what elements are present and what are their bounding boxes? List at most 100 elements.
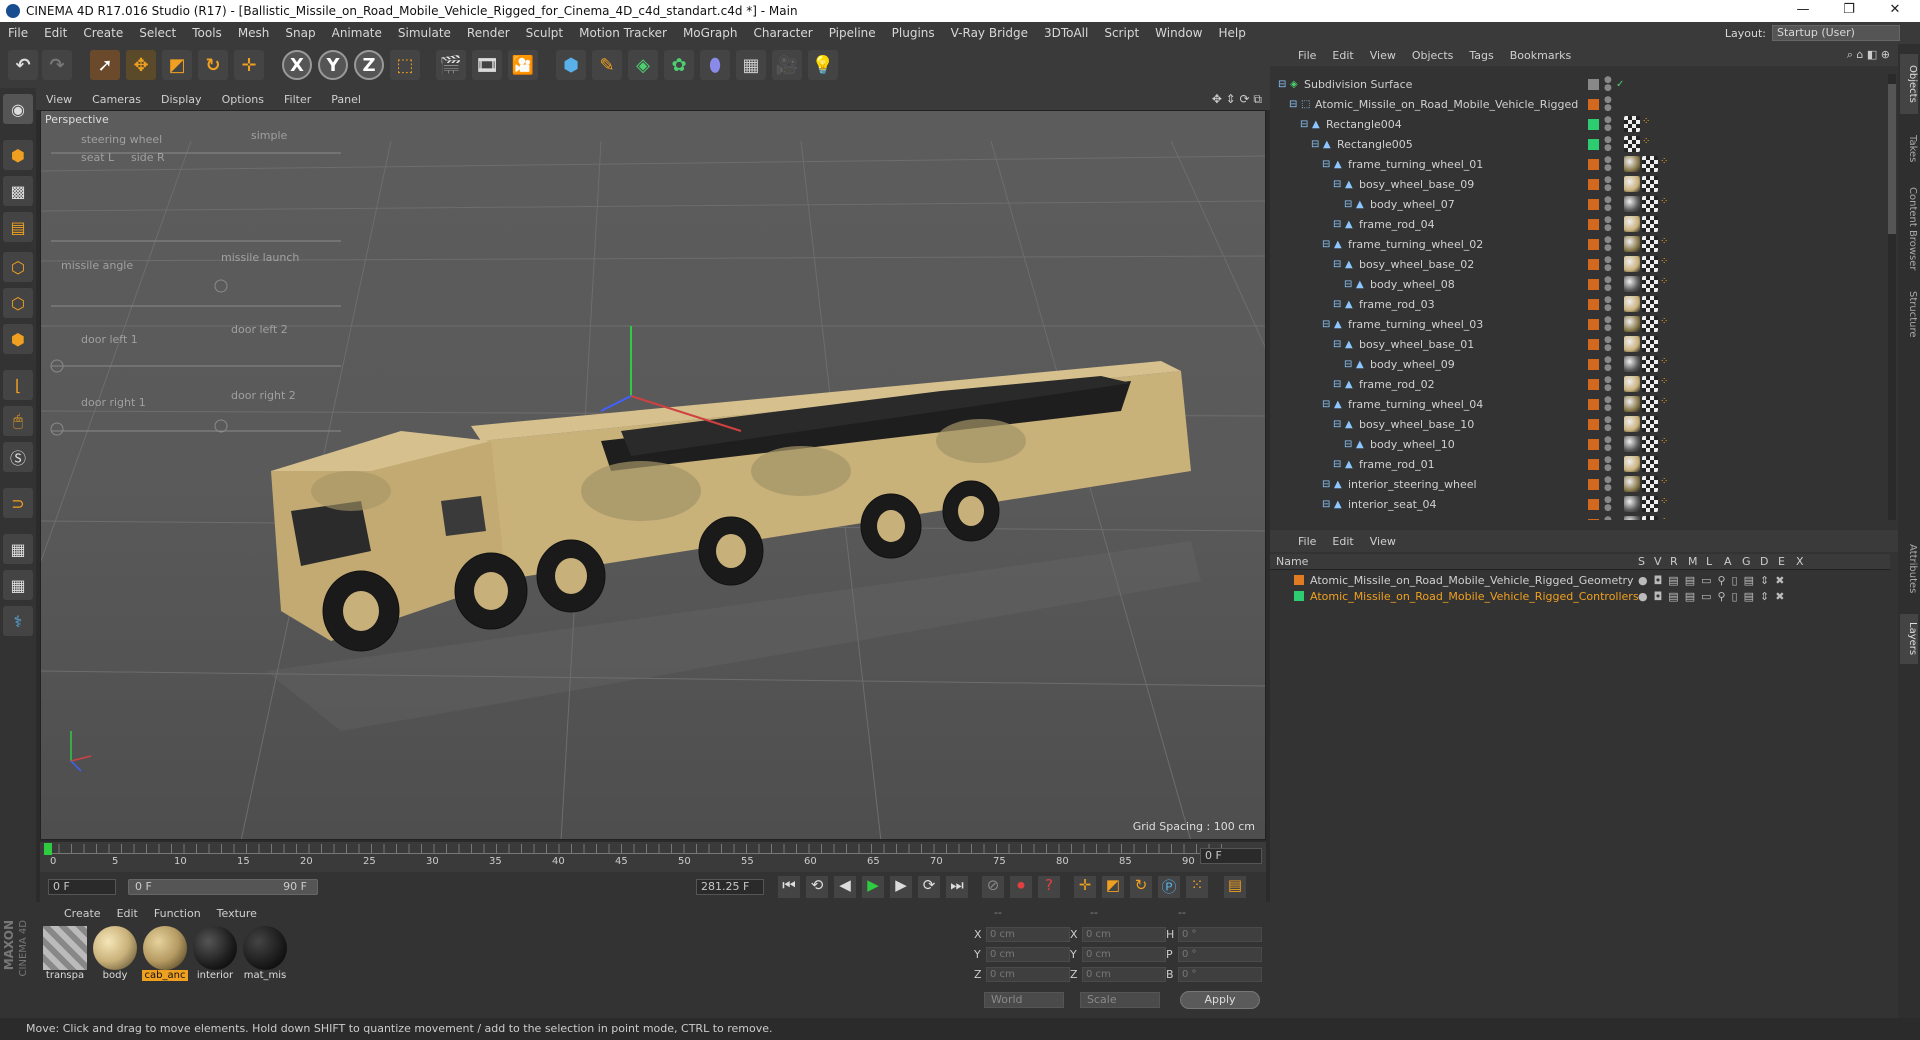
apply-button[interactable]: Apply (1180, 991, 1260, 1009)
visibility-dots-icon[interactable]: ●● (1604, 96, 1612, 113)
minimize-button[interactable]: — (1780, 0, 1826, 22)
pos-z-field[interactable]: Z 0 cm (974, 966, 1070, 982)
layer-color-swatch[interactable] (1294, 591, 1304, 601)
size-mode-dropdown[interactable]: Scale (1080, 992, 1160, 1008)
visibility-dots-icon[interactable]: ●● (1604, 496, 1612, 513)
go-to-previous-key-icon[interactable]: ⟲ (806, 876, 828, 898)
material-swatch[interactable]: body (92, 926, 138, 981)
visibility-dots-icon[interactable]: ●● (1604, 116, 1612, 133)
workplane-snap-icon[interactable]: ▦ (3, 570, 33, 600)
menu-animate[interactable]: Animate (324, 26, 390, 40)
layer-color-swatch[interactable] (1588, 158, 1599, 170)
menu-motion-tracker[interactable]: Motion Tracker (571, 26, 675, 40)
visibility-dots-icon[interactable]: ●● (1604, 256, 1612, 273)
menu-render[interactable]: Render (459, 26, 518, 40)
object-manager-nav-icons[interactable]: ⌕ ⌂ ◧ ⊕ (1847, 48, 1890, 62)
texture-tag-icon[interactable] (1642, 376, 1658, 392)
expand-toggle-icon[interactable]: ⊟ (1333, 299, 1341, 310)
material-tag-icon[interactable] (1624, 176, 1640, 192)
visibility-dots-icon[interactable]: ●● (1604, 76, 1612, 93)
coordinate-system-icon[interactable]: ⬚ (390, 50, 420, 80)
transform-tool-icon[interactable]: ✛ (234, 50, 264, 80)
layer-name[interactable]: Atomic_Missile_on_Road_Mobile_Vehicle_Ri… (1310, 590, 1639, 603)
timeline-ruler[interactable]: 0 5 10 15 20 25 30 35 40 45 50 55 60 65 … (40, 842, 1266, 872)
object-name[interactable]: Rectangle005 (1337, 138, 1413, 151)
menu-character[interactable]: Character (745, 26, 820, 40)
material-tag-icon[interactable] (1624, 376, 1640, 392)
material-tag-icon[interactable] (1624, 476, 1640, 492)
selection-tag-icon[interactable]: ⁘ (1642, 116, 1658, 132)
object-name[interactable]: body_side_right (1348, 518, 1435, 521)
redo-icon[interactable]: ↷ (42, 50, 72, 80)
texture-tag-icon[interactable] (1642, 176, 1658, 192)
texture-tag-icon[interactable] (1642, 256, 1658, 272)
material-tag-icon[interactable] (1624, 396, 1640, 412)
visibility-dots-icon[interactable]: ●● (1604, 176, 1612, 193)
position-key-icon[interactable]: ✛ (1074, 876, 1096, 898)
visibility-dots-icon[interactable]: ●● (1604, 456, 1612, 473)
expand-toggle-icon[interactable]: ⊟ (1344, 439, 1352, 450)
object-tree-row[interactable]: ⊟ ▲ body_wheel_07 ● ● ⁘ (1270, 194, 1890, 214)
current-frame-field[interactable]: 0 F (48, 879, 116, 895)
objects-menu-bookmarks[interactable]: Bookmarks (1502, 49, 1579, 62)
layer-color-swatch[interactable] (1588, 398, 1599, 410)
side-tab-layers[interactable]: Layers (1900, 614, 1918, 664)
texture-tag-icon[interactable] (1642, 516, 1658, 520)
point-level-key-icon[interactable]: ⁙ (1186, 876, 1208, 898)
material-menu-create[interactable]: Create (56, 907, 109, 920)
material-swatch[interactable]: cab_anc (142, 926, 188, 981)
expand-toggle-icon[interactable]: ⊟ (1322, 239, 1330, 250)
viewport-menu-panel[interactable]: Panel (321, 93, 371, 106)
object-name[interactable]: interior_steering_wheel (1348, 478, 1477, 491)
object-tree-row[interactable]: ⊟ ⬚ Atomic_Missile_on_Road_Mobile_Vehicle_… (1270, 94, 1890, 114)
snap-icon[interactable]: Ⓢ (3, 442, 33, 472)
material-swatch[interactable]: mat_mis (242, 926, 288, 981)
layer-color-swatch[interactable] (1588, 378, 1599, 390)
object-name[interactable]: frame_turning_wheel_02 (1348, 238, 1483, 251)
selection-tag-icon[interactable]: ⁘ (1660, 316, 1676, 332)
selection-tag-icon[interactable]: ⁘ (1660, 376, 1676, 392)
object-name[interactable]: frame_rod_02 (1359, 378, 1435, 391)
tweak-mode-icon[interactable]: 🖱 (3, 406, 33, 436)
object-name[interactable]: body_wheel_08 (1370, 278, 1455, 291)
material-tag-icon[interactable] (1624, 516, 1640, 520)
texture-tag-icon[interactable] (1642, 356, 1658, 372)
rotate-tool-icon[interactable]: ↻ (198, 50, 228, 80)
select-tool-icon[interactable]: ➚ (90, 50, 120, 80)
material-tag-icon[interactable] (1624, 296, 1640, 312)
object-tree-row[interactable]: ⊟ ▲ frame_turning_wheel_02 ● ● ⁘ (1270, 234, 1890, 254)
coord-value[interactable]: 0 cm (986, 966, 1070, 982)
selection-tag-icon[interactable]: ⁘ (1660, 396, 1676, 412)
coord-value[interactable]: 0 ° (1178, 966, 1262, 982)
enabled-check-icon[interactable]: ✓ (1616, 79, 1624, 90)
material-menu-function[interactable]: Function (146, 907, 209, 920)
object-name[interactable]: bosy_wheel_base_09 (1359, 178, 1474, 191)
object-name[interactable]: frame_turning_wheel_03 (1348, 318, 1483, 331)
visibility-dots-icon[interactable]: ●● (1604, 336, 1612, 353)
object-tree-row[interactable]: ⊟ ▲ Rectangle004 ● ● ⁘ (1270, 114, 1890, 134)
parameter-key-icon[interactable]: Ⓟ (1158, 876, 1180, 898)
object-tree-row[interactable]: ⊟ ▲ frame_turning_wheel_04 ● ● ⁘ (1270, 394, 1890, 414)
y-axis-lock-icon[interactable]: Y (318, 50, 348, 80)
object-tree-row[interactable]: ⊟ ▲ body_side_right ●● ⁘ (1270, 514, 1890, 520)
object-tree-row[interactable]: ⊟ ▲ bosy_wheel_base_10 ● ● (1270, 414, 1890, 434)
rot-b-field[interactable]: B 0 ° (1166, 966, 1262, 982)
size-y-field[interactable]: Y 0 cm (1070, 946, 1166, 962)
layer-row[interactable]: Atomic_Missile_on_Road_Mobile_Vehicle_Ri… (1276, 588, 1876, 604)
points-mode-icon[interactable]: ⬡ (3, 252, 33, 282)
menu-window[interactable]: Window (1147, 26, 1210, 40)
menu-sculpt[interactable]: Sculpt (518, 26, 571, 40)
menu-mograph[interactable]: MoGraph (675, 26, 746, 40)
texture-tag-icon[interactable] (1624, 136, 1640, 152)
side-tab-structure[interactable]: Structure (1900, 284, 1918, 344)
layer-name[interactable]: Atomic_Missile_on_Road_Mobile_Vehicle_Ri… (1310, 574, 1634, 587)
scrollbar-thumb[interactable] (1888, 84, 1896, 234)
layer-toggle-icons[interactable]: ●◘▤▤▭⚲▯▤⇕✖ (1638, 590, 1790, 603)
object-tree-row[interactable]: ⊟ ▲ Rectangle005 ● ● ⁘ (1270, 134, 1890, 154)
visibility-dots-icon[interactable]: ●● (1604, 376, 1612, 393)
menu-edit[interactable]: Edit (36, 26, 75, 40)
object-tree-row[interactable]: ⊟ ▲ body_wheel_09 ● ● ⁘ (1270, 354, 1890, 374)
menu-tools[interactable]: Tools (184, 26, 230, 40)
layout-selector[interactable]: Layout: Startup (User) (1725, 25, 1900, 41)
selection-tag-icon[interactable]: ⁘ (1660, 196, 1676, 212)
